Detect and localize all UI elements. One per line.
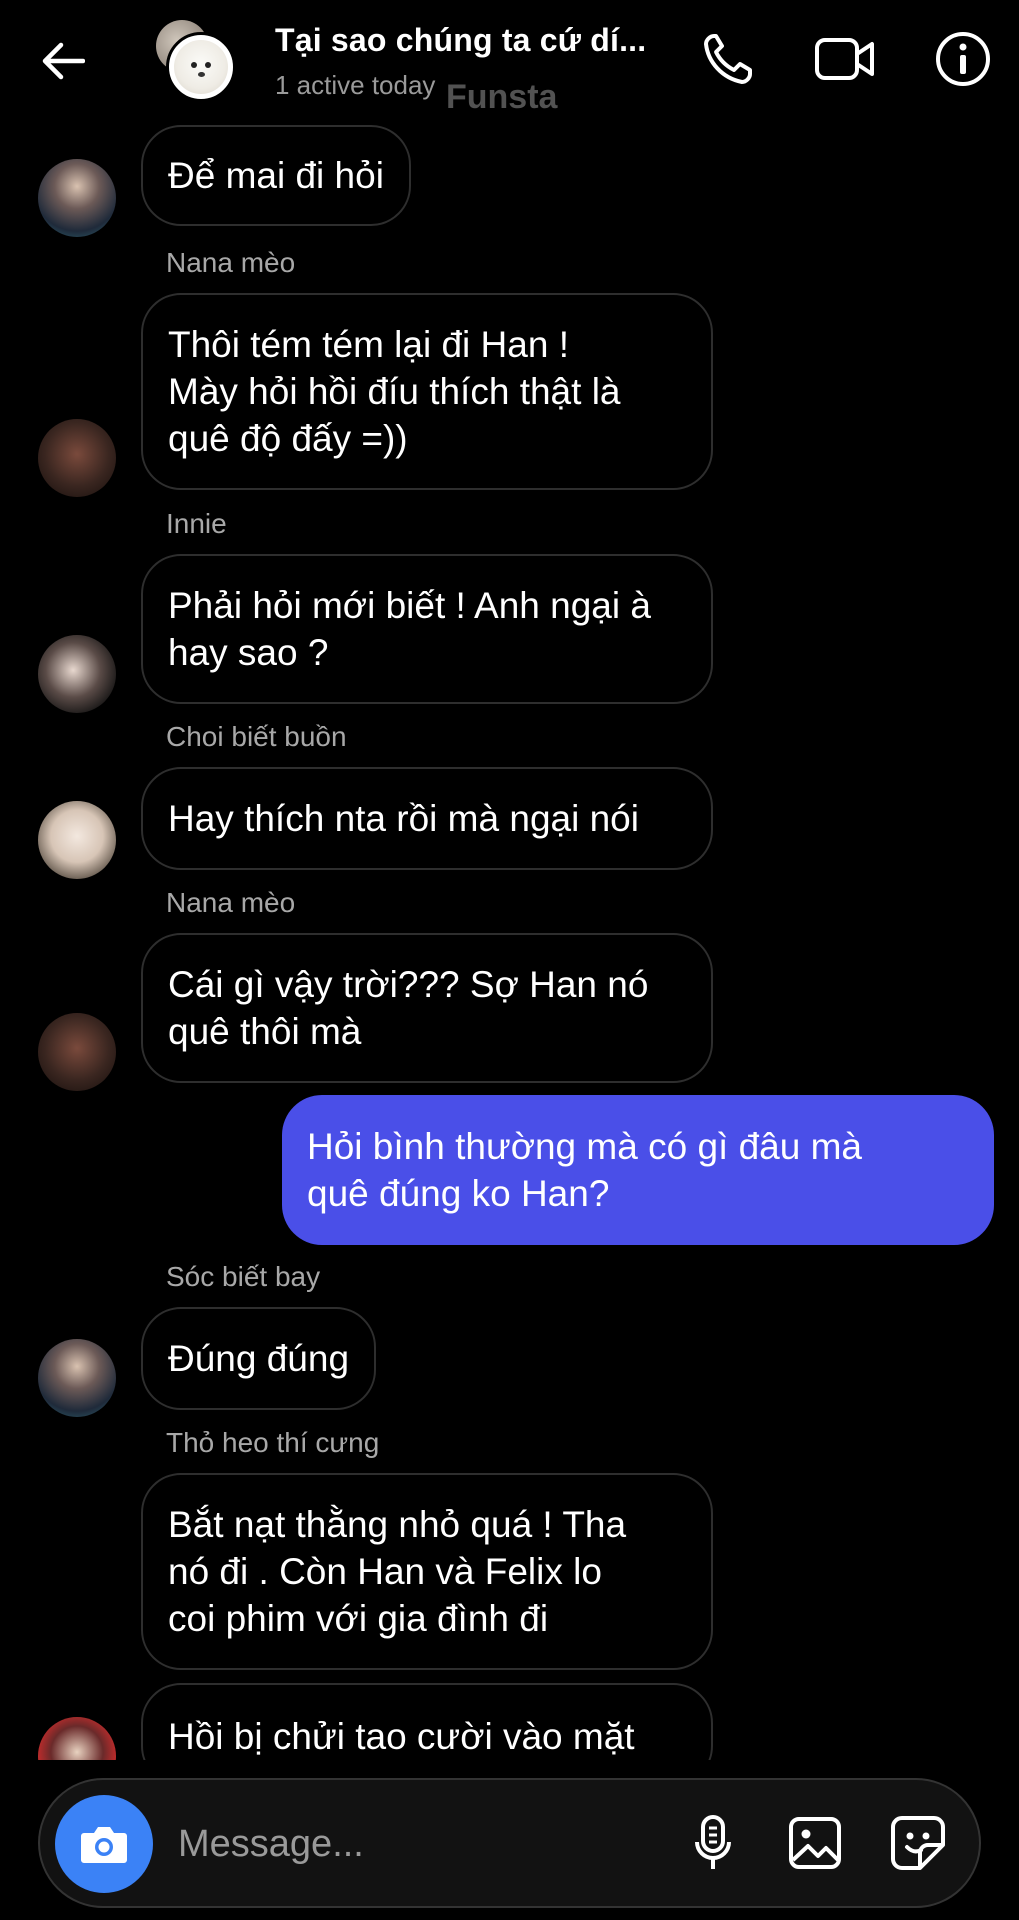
phone-icon bbox=[704, 34, 752, 84]
voice-call-button[interactable] bbox=[696, 28, 758, 90]
gallery-icon bbox=[789, 1817, 841, 1869]
sender-avatar[interactable] bbox=[38, 419, 116, 497]
message-bubble[interactable]: Cái gì vậy trời??? Sợ Han nó quê thôi mà bbox=[141, 933, 713, 1083]
message-composer bbox=[38, 1778, 981, 1908]
message-text: Đúng đúng bbox=[168, 1338, 350, 1379]
message-text: Để mai đi hỏi bbox=[168, 155, 384, 196]
group-avatar[interactable] bbox=[156, 20, 240, 104]
back-button[interactable] bbox=[36, 34, 90, 88]
sender-avatar[interactable] bbox=[38, 1013, 116, 1091]
microphone-icon bbox=[695, 1815, 731, 1869]
info-button[interactable] bbox=[932, 28, 994, 90]
sender-avatar[interactable] bbox=[38, 801, 116, 879]
sticker-icon bbox=[891, 1816, 945, 1870]
message-text: Hay thích nta rồi mà ngại nói bbox=[168, 798, 639, 839]
sender-name: Choi biết buồn bbox=[166, 721, 347, 752]
sender-name: Innie bbox=[166, 508, 227, 539]
message-bubble[interactable]: Hồi bị chửi tao cười vào mặt bbox=[141, 1683, 713, 1760]
sender-name: Sóc biết bay bbox=[166, 1261, 321, 1292]
chat-screen: Tại sao chúng ta cứ dí... 1 active today… bbox=[0, 0, 1019, 1920]
watermark: Funsta bbox=[446, 78, 558, 116]
message-text: Bắt nạt thằng nhỏ quá ! Tha nó đi . Còn … bbox=[168, 1504, 627, 1639]
camera-icon bbox=[81, 1827, 127, 1863]
message-text: Hỏi bình thường mà có gì đâu mà quê đúng… bbox=[307, 1126, 862, 1214]
back-arrow-icon bbox=[42, 42, 85, 80]
video-call-button[interactable] bbox=[814, 28, 876, 90]
message-bubble[interactable]: Hay thích nta rồi mà ngại nói bbox=[141, 767, 713, 870]
group-avatar-photo bbox=[166, 32, 236, 102]
sender-avatar[interactable] bbox=[38, 1339, 116, 1417]
chat-header: Tại sao chúng ta cứ dí... 1 active today… bbox=[0, 0, 1019, 120]
message-bubble[interactable]: Thôi tém tém lại đi Han ! Mày hỏi hồi đí… bbox=[141, 293, 713, 490]
message-text: Phải hỏi mới biết ! Anh ngại à hay sao ? bbox=[168, 585, 651, 673]
chat-title[interactable]: Tại sao chúng ta cứ dí... bbox=[275, 22, 646, 59]
my-message-bubble[interactable]: Hỏi bình thường mà có gì đâu mà quê đúng… bbox=[282, 1095, 994, 1245]
gallery-button[interactable] bbox=[782, 1810, 848, 1876]
video-camera-icon bbox=[815, 38, 874, 80]
camera-button[interactable] bbox=[55, 1795, 153, 1893]
sender-name: Nana mèo bbox=[166, 247, 296, 278]
message-text: Thôi tém tém lại đi Han ! Mày hỏi hồi đí… bbox=[168, 324, 621, 459]
sender-name: Nana mèo bbox=[166, 887, 296, 918]
message-input[interactable] bbox=[178, 1810, 578, 1878]
sender-name: Thỏ heo thí cưng bbox=[166, 1427, 380, 1458]
message-text: Cái gì vậy trời??? Sợ Han nó quê thôi mà bbox=[168, 964, 649, 1052]
sender-avatar[interactable] bbox=[38, 159, 116, 237]
message-text: Hồi bị chửi tao cười vào mặt bbox=[168, 1716, 635, 1757]
voice-message-button[interactable] bbox=[680, 1810, 746, 1876]
message-bubble[interactable]: Phải hỏi mới biết ! Anh ngại à hay sao ? bbox=[141, 554, 713, 704]
sender-avatar[interactable] bbox=[38, 635, 116, 713]
active-status: 1 active today bbox=[275, 70, 436, 100]
message-list[interactable]: Để mai đi hỏi Nana mèo Thôi tém tém lại … bbox=[0, 120, 1019, 1760]
message-bubble[interactable]: Để mai đi hỏi bbox=[141, 125, 411, 226]
sticker-button[interactable] bbox=[885, 1810, 951, 1876]
message-bubble[interactable]: Đúng đúng bbox=[141, 1307, 377, 1410]
message-bubble[interactable]: Bắt nạt thằng nhỏ quá ! Tha nó đi . Còn … bbox=[141, 1473, 713, 1670]
sender-avatar[interactable] bbox=[38, 1717, 116, 1760]
info-icon bbox=[936, 32, 990, 86]
